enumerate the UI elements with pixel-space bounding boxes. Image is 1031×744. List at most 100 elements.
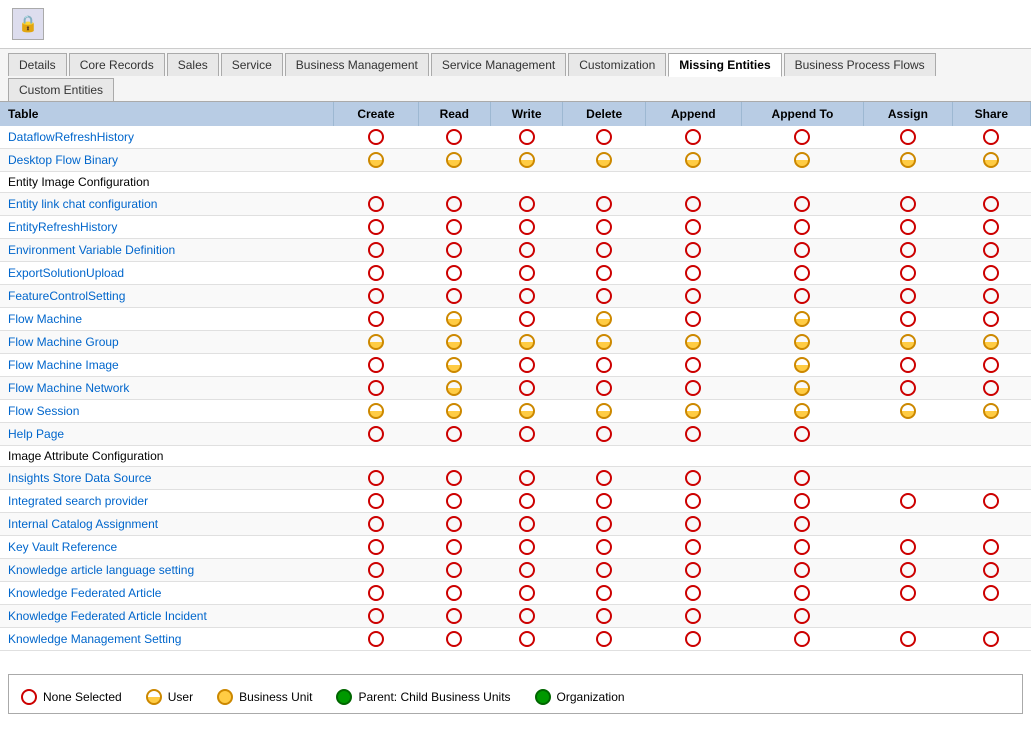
tab-service-management[interactable]: Service Management	[431, 53, 566, 76]
none-selected-icon[interactable]	[446, 539, 462, 555]
read-cell[interactable]	[418, 400, 490, 423]
business-unit-icon[interactable]	[217, 689, 233, 705]
entity-name-label[interactable]: Knowledge Management Setting	[8, 632, 181, 646]
user-icon[interactable]	[446, 152, 462, 168]
write-cell[interactable]	[490, 490, 563, 513]
none-selected-icon[interactable]	[794, 631, 810, 647]
delete-cell[interactable]	[563, 285, 645, 308]
appendTo-cell[interactable]	[741, 126, 863, 149]
none-selected-icon[interactable]	[983, 539, 999, 555]
none-selected-icon[interactable]	[794, 129, 810, 145]
none-selected-icon[interactable]	[368, 357, 384, 373]
user-icon[interactable]	[446, 380, 462, 396]
none-selected-icon[interactable]	[794, 242, 810, 258]
read-cell[interactable]	[418, 605, 490, 628]
none-selected-icon[interactable]	[983, 242, 999, 258]
user-icon[interactable]	[685, 334, 701, 350]
share-cell[interactable]	[952, 490, 1030, 513]
entity-name-label[interactable]: Flow Machine Group	[8, 335, 119, 349]
create-cell[interactable]	[334, 559, 418, 582]
share-cell[interactable]	[952, 354, 1030, 377]
none-selected-icon[interactable]	[596, 288, 612, 304]
none-selected-icon[interactable]	[983, 562, 999, 578]
create-cell[interactable]	[334, 582, 418, 605]
none-selected-icon[interactable]	[794, 426, 810, 442]
tab-custom-entities[interactable]: Custom Entities	[8, 78, 114, 101]
entity-name-label[interactable]: Flow Session	[8, 404, 79, 418]
none-selected-icon[interactable]	[368, 631, 384, 647]
none-selected-icon[interactable]	[596, 493, 612, 509]
none-selected-icon[interactable]	[794, 265, 810, 281]
tab-details[interactable]: Details	[8, 53, 67, 76]
write-cell[interactable]	[490, 582, 563, 605]
user-icon[interactable]	[685, 403, 701, 419]
append-cell[interactable]	[645, 126, 741, 149]
none-selected-icon[interactable]	[685, 585, 701, 601]
none-selected-icon[interactable]	[685, 129, 701, 145]
none-selected-icon[interactable]	[685, 242, 701, 258]
entity-name-label[interactable]: Integrated search provider	[8, 494, 148, 508]
append-cell[interactable]	[645, 559, 741, 582]
user-icon[interactable]	[900, 152, 916, 168]
share-cell[interactable]	[952, 582, 1030, 605]
none-selected-icon[interactable]	[685, 562, 701, 578]
entity-name-cell[interactable]: Desktop Flow Binary	[0, 149, 334, 172]
none-selected-icon[interactable]	[685, 219, 701, 235]
append-cell[interactable]	[645, 582, 741, 605]
assign-cell[interactable]	[864, 285, 953, 308]
tab-core-records[interactable]: Core Records	[69, 53, 165, 76]
assign-cell[interactable]	[864, 308, 953, 331]
share-cell[interactable]	[952, 126, 1030, 149]
write-cell[interactable]	[490, 467, 563, 490]
none-selected-icon[interactable]	[900, 493, 916, 509]
append-cell[interactable]	[645, 308, 741, 331]
appendTo-cell[interactable]	[741, 149, 863, 172]
share-cell[interactable]	[952, 285, 1030, 308]
delete-cell[interactable]	[563, 536, 645, 559]
none-selected-icon[interactable]	[519, 311, 535, 327]
none-selected-icon[interactable]	[794, 585, 810, 601]
none-selected-icon[interactable]	[596, 242, 612, 258]
entity-name-label[interactable]: Internal Catalog Assignment	[8, 517, 158, 531]
none-selected-icon[interactable]	[685, 265, 701, 281]
delete-cell[interactable]	[563, 513, 645, 536]
assign-cell[interactable]	[864, 331, 953, 354]
none-selected-icon[interactable]	[519, 219, 535, 235]
none-selected-icon[interactable]	[685, 631, 701, 647]
create-cell[interactable]	[334, 628, 418, 651]
none-selected-icon[interactable]	[596, 380, 612, 396]
appendTo-cell[interactable]	[741, 605, 863, 628]
none-selected-icon[interactable]	[368, 196, 384, 212]
none-selected-icon[interactable]	[900, 288, 916, 304]
create-cell[interactable]	[334, 308, 418, 331]
none-selected-icon[interactable]	[900, 129, 916, 145]
append-cell[interactable]	[645, 605, 741, 628]
none-selected-icon[interactable]	[519, 631, 535, 647]
append-cell[interactable]	[645, 490, 741, 513]
user-icon[interactable]	[146, 689, 162, 705]
delete-cell[interactable]	[563, 308, 645, 331]
none-selected-icon[interactable]	[900, 631, 916, 647]
delete-cell[interactable]	[563, 467, 645, 490]
share-cell[interactable]	[952, 262, 1030, 285]
read-cell[interactable]	[418, 285, 490, 308]
assign-cell[interactable]	[864, 628, 953, 651]
none-selected-icon[interactable]	[596, 608, 612, 624]
write-cell[interactable]	[490, 193, 563, 216]
create-cell[interactable]	[334, 126, 418, 149]
user-icon[interactable]	[519, 403, 535, 419]
create-cell[interactable]	[334, 193, 418, 216]
none-selected-icon[interactable]	[596, 426, 612, 442]
none-selected-icon[interactable]	[685, 470, 701, 486]
none-selected-icon[interactable]	[900, 585, 916, 601]
read-cell[interactable]	[418, 126, 490, 149]
appendTo-cell[interactable]	[741, 331, 863, 354]
write-cell[interactable]	[490, 308, 563, 331]
append-cell[interactable]	[645, 285, 741, 308]
appendTo-cell[interactable]	[741, 536, 863, 559]
entity-name-label[interactable]: Knowledge Federated Article	[8, 586, 161, 600]
none-selected-icon[interactable]	[794, 288, 810, 304]
none-selected-icon[interactable]	[596, 265, 612, 281]
create-cell[interactable]	[334, 400, 418, 423]
none-selected-icon[interactable]	[446, 129, 462, 145]
